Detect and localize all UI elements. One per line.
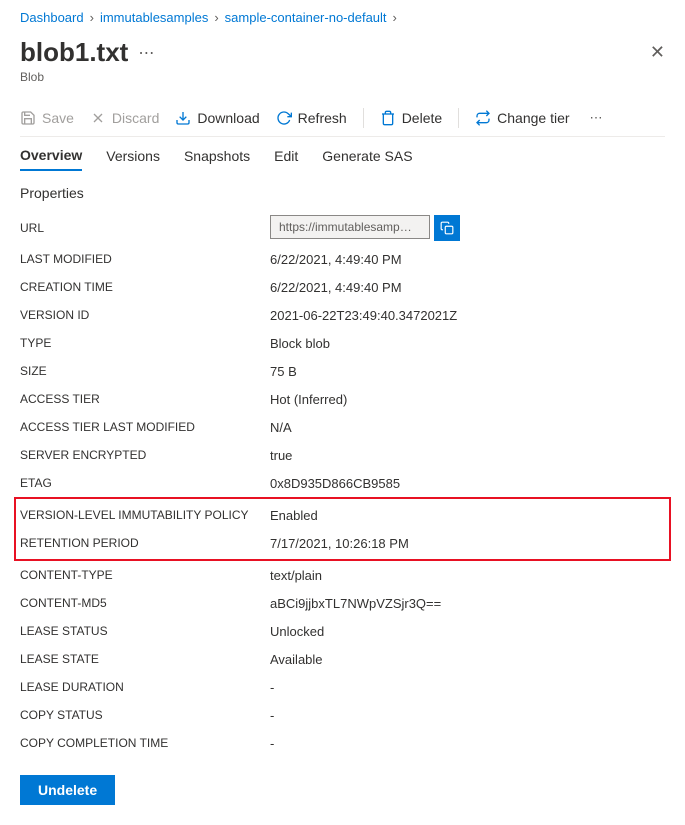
property-label: LEASE STATUS <box>20 624 270 638</box>
property-label: VERSION-LEVEL IMMUTABILITY POLICY <box>20 508 270 522</box>
property-row: ACCESS TIER LAST MODIFIEDN/A <box>20 413 665 441</box>
property-value: N/A <box>270 420 292 435</box>
property-row: CREATION TIME6/22/2021, 4:49:40 PM <box>20 273 665 301</box>
section-header-properties: Properties <box>20 185 665 201</box>
toolbar-separator <box>363 108 364 128</box>
property-label: CREATION TIME <box>20 280 270 294</box>
discard-button: Discard <box>90 110 159 126</box>
property-value: 75 B <box>270 364 297 379</box>
property-value: aBCi9jjbxTL7NWpVZSjr3Q== <box>270 596 441 611</box>
change-tier-icon <box>475 110 491 126</box>
copy-url-button[interactable] <box>434 215 460 241</box>
toolbar-more-button[interactable]: ⋯ <box>586 110 604 126</box>
property-value: - <box>270 736 274 751</box>
copy-icon <box>440 221 454 235</box>
breadcrumb-item[interactable]: immutablesamples <box>100 10 208 25</box>
undelete-button[interactable]: Undelete <box>20 775 115 805</box>
page-title: blob1.txt <box>20 37 128 68</box>
download-button[interactable]: Download <box>175 110 259 126</box>
property-row: LEASE DURATION- <box>20 673 665 701</box>
more-icon[interactable]: ⋯ <box>138 43 155 63</box>
page-subtitle: Blob <box>20 70 665 84</box>
close-button[interactable]: ✕ <box>650 42 665 63</box>
property-value: Hot (Inferred) <box>270 392 347 407</box>
property-value: 2021-06-22T23:49:40.3472021Z <box>270 308 457 323</box>
property-row: VERSION ID2021-06-22T23:49:40.3472021Z <box>20 301 665 329</box>
property-row: LAST MODIFIED6/22/2021, 4:49:40 PM <box>20 245 665 273</box>
properties-list: URL https://immutablesamp… LAST MODIFIED… <box>20 211 665 757</box>
property-label: ACCESS TIER LAST MODIFIED <box>20 420 270 434</box>
property-row: LEASE STATEAvailable <box>20 645 665 673</box>
property-value: text/plain <box>270 568 322 583</box>
property-label: LAST MODIFIED <box>20 252 270 266</box>
property-label: LEASE DURATION <box>20 680 270 694</box>
property-label: ACCESS TIER <box>20 392 270 406</box>
save-button: Save <box>20 110 74 126</box>
property-value: 0x8D935D866CB9585 <box>270 476 400 491</box>
property-row: SIZE75 B <box>20 357 665 385</box>
breadcrumb-item[interactable]: Dashboard <box>20 10 84 25</box>
tab-snapshots[interactable]: Snapshots <box>184 148 250 170</box>
property-label: VERSION ID <box>20 308 270 322</box>
toolbar: Save Discard Download Refresh Delete Cha… <box>20 100 665 137</box>
save-icon <box>20 110 36 126</box>
property-row: RETENTION PERIOD7/17/2021, 10:26:18 PM <box>20 529 665 557</box>
property-label: COPY STATUS <box>20 708 270 722</box>
property-label: TYPE <box>20 336 270 350</box>
property-value: Block blob <box>270 336 330 351</box>
discard-icon <box>90 110 106 126</box>
property-value: 7/17/2021, 10:26:18 PM <box>270 536 409 551</box>
breadcrumb: Dashboard › immutablesamples › sample-co… <box>20 10 665 25</box>
tab-generate-sas[interactable]: Generate SAS <box>322 148 412 170</box>
property-value: 6/22/2021, 4:49:40 PM <box>270 280 402 295</box>
tab-bar: Overview Versions Snapshots Edit Generat… <box>20 147 665 171</box>
refresh-button[interactable]: Refresh <box>276 110 347 126</box>
property-value: Unlocked <box>270 624 324 639</box>
property-value: Available <box>270 652 323 667</box>
property-label: LEASE STATE <box>20 652 270 666</box>
tab-edit[interactable]: Edit <box>274 148 298 170</box>
property-row: CONTENT-TYPEtext/plain <box>20 561 665 589</box>
property-row: LEASE STATUSUnlocked <box>20 617 665 645</box>
url-field[interactable]: https://immutablesamp… <box>270 215 430 239</box>
property-row: TYPEBlock blob <box>20 329 665 357</box>
delete-button[interactable]: Delete <box>380 110 442 126</box>
chevron-right-icon: › <box>90 10 94 25</box>
chevron-right-icon: › <box>393 10 397 25</box>
change-tier-button[interactable]: Change tier <box>475 110 569 126</box>
property-label: COPY COMPLETION TIME <box>20 736 270 750</box>
highlighted-properties: VERSION-LEVEL IMMUTABILITY POLICYEnabled… <box>14 497 671 561</box>
property-label: ETAG <box>20 476 270 490</box>
chevron-right-icon: › <box>214 10 218 25</box>
property-label: CONTENT-TYPE <box>20 568 270 582</box>
toolbar-separator <box>458 108 459 128</box>
property-value: - <box>270 680 274 695</box>
property-value: - <box>270 708 274 723</box>
property-row: VERSION-LEVEL IMMUTABILITY POLICYEnabled <box>20 501 665 529</box>
refresh-icon <box>276 110 292 126</box>
property-row: ETAG0x8D935D866CB9585 <box>20 469 665 497</box>
property-row: COPY COMPLETION TIME- <box>20 729 665 757</box>
download-icon <box>175 110 191 126</box>
property-row: COPY STATUS- <box>20 701 665 729</box>
property-label: URL <box>20 221 270 235</box>
tab-versions[interactable]: Versions <box>106 148 160 170</box>
property-label: CONTENT-MD5 <box>20 596 270 610</box>
property-value: true <box>270 448 292 463</box>
property-value: 6/22/2021, 4:49:40 PM <box>270 252 402 267</box>
property-label: SERVER ENCRYPTED <box>20 448 270 462</box>
tab-overview[interactable]: Overview <box>20 147 82 171</box>
property-row: SERVER ENCRYPTEDtrue <box>20 441 665 469</box>
breadcrumb-item[interactable]: sample-container-no-default <box>225 10 387 25</box>
property-label: RETENTION PERIOD <box>20 536 270 550</box>
property-label: SIZE <box>20 364 270 378</box>
delete-icon <box>380 110 396 126</box>
property-row: CONTENT-MD5aBCi9jjbxTL7NWpVZSjr3Q== <box>20 589 665 617</box>
property-row: ACCESS TIERHot (Inferred) <box>20 385 665 413</box>
property-value: Enabled <box>270 508 318 523</box>
